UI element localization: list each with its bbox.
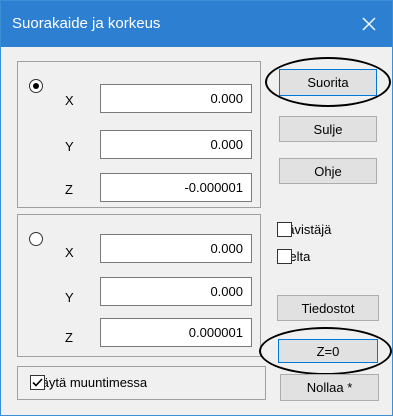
diagonal-checkbox[interactable] <box>277 222 292 237</box>
group1-y-label: Y <box>65 139 74 154</box>
coordinate-group-2: X 0.000 Y 0.000 Z 0.000001 <box>17 214 261 357</box>
use-in-conversion-option[interactable]: Käytä muuntimessa <box>30 375 147 390</box>
run-button[interactable]: Suorita <box>279 69 377 96</box>
group1-x-label: X <box>65 93 74 108</box>
group2-z-label: Z <box>65 330 73 345</box>
title-bar[interactable]: Suorakaide ja korkeus <box>1 1 392 47</box>
group2-y-input[interactable]: 0.000 <box>100 277 252 306</box>
close-icon <box>362 17 376 31</box>
reset-button[interactable]: Nollaa * <box>280 374 379 401</box>
group2-x-input[interactable]: 0.000 <box>100 234 252 263</box>
use-in-conversion-checkbox[interactable] <box>30 375 45 390</box>
close-button[interactable]: Sulje <box>279 116 377 142</box>
radio-selected-dot <box>33 83 39 89</box>
group1-y-input[interactable]: 0.000 <box>100 130 252 159</box>
group2-x-label: X <box>65 245 74 260</box>
dialog-content: X 0.000 Y 0.000 Z -0.000001 X 0.000 Y 0.… <box>1 47 392 415</box>
group2-z-input[interactable]: 0.000001 <box>100 318 252 347</box>
group2-y-label: Y <box>65 290 74 305</box>
group2-radio[interactable] <box>29 232 43 246</box>
conversion-option-group: Käytä muuntimessa <box>17 366 266 400</box>
use-in-conversion-label: Käytä muuntimessa <box>33 375 148 390</box>
delta-checkbox[interactable] <box>277 249 292 264</box>
window-title: Suorakaide ja korkeus <box>12 15 161 32</box>
delta-option[interactable]: Delta <box>277 249 310 264</box>
group1-radio[interactable] <box>29 79 43 93</box>
diagonal-option[interactable]: Lävistäjä <box>277 222 331 237</box>
group1-z-input[interactable]: -0.000001 <box>100 173 252 202</box>
close-window-button[interactable] <box>346 1 392 47</box>
z-zero-button[interactable]: Z=0 <box>278 339 378 363</box>
checkmark-icon <box>32 378 43 387</box>
help-button[interactable]: Ohje <box>279 158 377 184</box>
dialog-window: Suorakaide ja korkeus X 0.000 Y 0.000 Z … <box>0 0 393 416</box>
group1-z-label: Z <box>65 182 73 197</box>
files-button[interactable]: Tiedostot <box>277 295 379 321</box>
group1-x-input[interactable]: 0.000 <box>100 84 252 113</box>
coordinate-group-1: X 0.000 Y 0.000 Z -0.000001 <box>17 61 261 208</box>
